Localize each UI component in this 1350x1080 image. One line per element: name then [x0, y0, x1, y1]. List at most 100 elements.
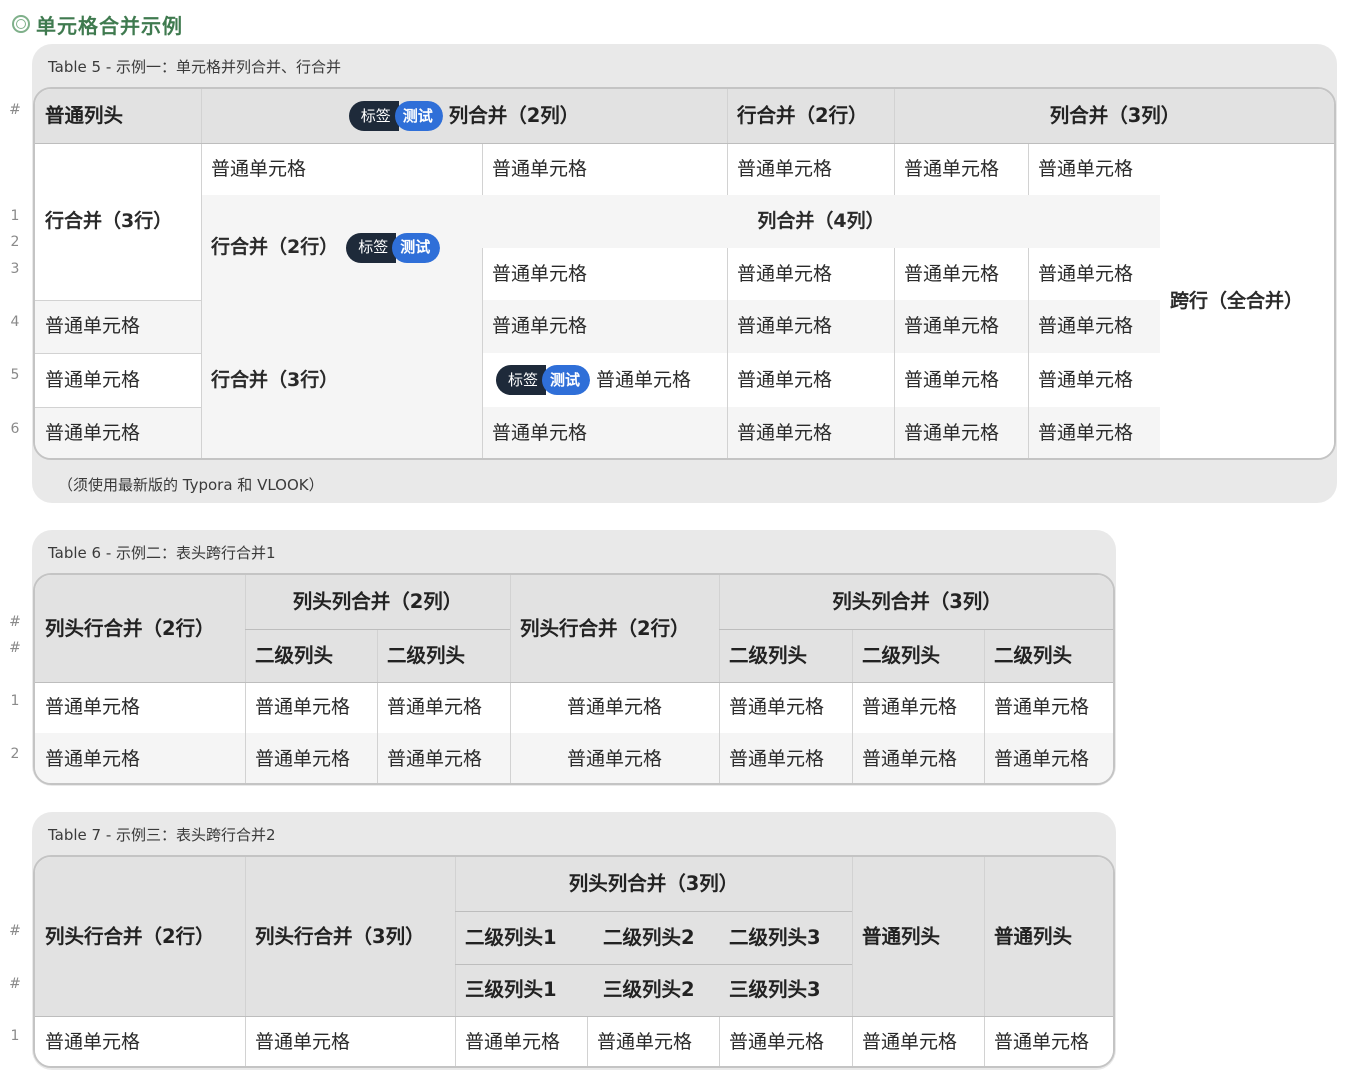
t7-third-1: 三级列头1 [455, 964, 587, 1016]
t6-header-row-merge-b: 列头行合并（2行） [510, 575, 719, 682]
table-cell: 普通单元格 [727, 353, 894, 407]
t5-header-col-merge-2-label: 列合并（2列） [448, 104, 580, 128]
row-number: 2 [10, 746, 20, 762]
table7-caption: Table 7 - 示例三：表头跨行合并2 [48, 825, 276, 844]
table-cell: 普通单元格 [35, 682, 245, 733]
section-title: 单元格合并示例 [36, 13, 183, 38]
table-cell: 普通单元格 [894, 300, 1028, 353]
table-cell: 普通单元格 [719, 1016, 852, 1066]
section-heading: 单元格合并示例 [12, 8, 183, 40]
tag-value: 测试 [542, 365, 591, 395]
table-cell: 普通单元格 [894, 407, 1028, 458]
grid-line [719, 1016, 720, 1066]
t5-col-merge-4: 列合并（4列） [482, 195, 1160, 248]
grid-line [35, 143, 1334, 144]
table7: 列头行合并（2行） 列头行合并（3列） 列头列合并（3列） 二级列头1 二级列头… [33, 855, 1115, 1068]
tag-badge: 标签 测试 [346, 232, 441, 263]
row-number: 2 [10, 234, 20, 250]
table-cell: 普通单元格 [894, 143, 1028, 195]
header-marker: # [9, 614, 21, 630]
table-cell-label: 普通单元格 [596, 368, 692, 391]
table-cell: 普通单元格 [1028, 143, 1160, 195]
grid-line [1028, 248, 1029, 458]
tag-badge: 标签 测试 [348, 101, 443, 131]
table-cell: 普通单元格 [482, 143, 727, 195]
table-cell: 普通单元格 [35, 733, 245, 783]
table-cell: 普通单元格 [455, 1016, 587, 1066]
table-cell: 普通单元格 [245, 682, 377, 733]
t5-row-merge-3b: 行合并（3行） [201, 300, 482, 458]
table-cell: 普通单元格 [852, 1016, 984, 1066]
grid-line [719, 575, 720, 783]
table6: 列头行合并（2行） 列头列合并（2列） 二级列头 二级列头 列头行合并（2行） … [33, 573, 1115, 785]
table-cell: 普通单元格 [35, 407, 201, 458]
table6-caption: Table 6 - 示例二：表头跨行合并1 [48, 543, 276, 562]
table-cell: 普通单元格 [482, 407, 727, 458]
table-cell: 普通单元格 [482, 300, 727, 353]
t7-header-row-merge-2: 列头行合并（2行） [35, 857, 245, 1016]
t5-header-col-merge-3: 列合并（3列） [894, 89, 1334, 143]
t7-plain-head: 普通列头 [984, 857, 1113, 1016]
tag-value: 测试 [394, 101, 443, 131]
table5-caption: Table 5 - 示例一：单元格并列合并、行合并 [48, 57, 342, 76]
grid-line [201, 89, 202, 458]
tag-value: 测试 [392, 232, 441, 263]
table-cell: 普通单元格 [727, 143, 894, 195]
table-cell-with-tag: 标签 测试 普通单元格 [482, 353, 727, 407]
grid-line [35, 407, 201, 408]
table-cell: 普通单元格 [35, 353, 201, 407]
tag-key: 标签 [496, 365, 547, 395]
table-cell: 普通单元格 [719, 733, 852, 783]
table-cell: 普通单元格 [1028, 407, 1160, 458]
t7-header-col-merge-3: 列头列合并（3列） [455, 857, 852, 911]
table-cell: 普通单元格 [35, 1016, 245, 1066]
table-cell: 普通单元格 [894, 248, 1028, 300]
table-cell: 普通单元格 [482, 248, 727, 300]
header-marker: # [9, 640, 21, 656]
t7-subheader-3: 二级列头3 [719, 911, 852, 964]
table-cell: 普通单元格 [852, 733, 984, 783]
row-number: 1 [10, 208, 20, 224]
grid-line [245, 629, 510, 630]
grid-line [719, 629, 1113, 630]
grid-line [852, 629, 853, 783]
t7-header-row-merge-3: 列头行合并（3列） [245, 857, 455, 1016]
row-number: 1 [10, 1028, 20, 1044]
table-cell: 普通单元格 [201, 143, 482, 195]
row-number: 1 [10, 693, 20, 709]
t7-plain-head: 普通列头 [852, 857, 984, 1016]
table-cell: 普通单元格 [245, 1016, 455, 1066]
t5-span-all: 跨行（全合并） [1160, 143, 1334, 458]
table-cell: 普通单元格 [984, 682, 1113, 733]
grid-line [727, 89, 728, 195]
grid-line [245, 857, 246, 1066]
t5-header-col-merge-2: 标签 测试 列合并（2列） [201, 89, 727, 143]
grid-line [984, 629, 985, 783]
grid-line [727, 248, 728, 458]
grid-line [852, 857, 853, 1066]
t5-row-merge-3: 行合并（3行） [35, 143, 201, 300]
table-cell: 普通单元格 [719, 682, 852, 733]
table-cell: 普通单元格 [1028, 248, 1160, 300]
grid-line [894, 248, 895, 458]
table-cell: 普通单元格 [727, 300, 894, 353]
table-cell: 普通单元格 [510, 682, 719, 733]
grid-line [245, 575, 246, 783]
t7-subheader-2: 二级列头2 [587, 911, 719, 964]
table-cell: 普通单元格 [984, 1016, 1113, 1066]
t6-subheader: 二级列头 [984, 629, 1113, 682]
t6-subheader: 二级列头 [852, 629, 984, 682]
grid-line [455, 964, 852, 965]
tag-key: 标签 [348, 101, 399, 131]
grid-line [1028, 143, 1029, 195]
t6-header-col-merge-2: 列头列合并（2列） [245, 575, 510, 629]
grid-line [35, 682, 1113, 683]
table-cell: 普通单元格 [1028, 300, 1160, 353]
table-cell: 普通单元格 [894, 353, 1028, 407]
table-cell: 普通单元格 [245, 733, 377, 783]
row-number: 5 [10, 367, 20, 383]
grid-line [587, 1016, 588, 1066]
table-cell: 普通单元格 [1028, 353, 1160, 407]
tag-key: 标签 [346, 232, 397, 263]
t6-subheader: 二级列头 [719, 629, 852, 682]
